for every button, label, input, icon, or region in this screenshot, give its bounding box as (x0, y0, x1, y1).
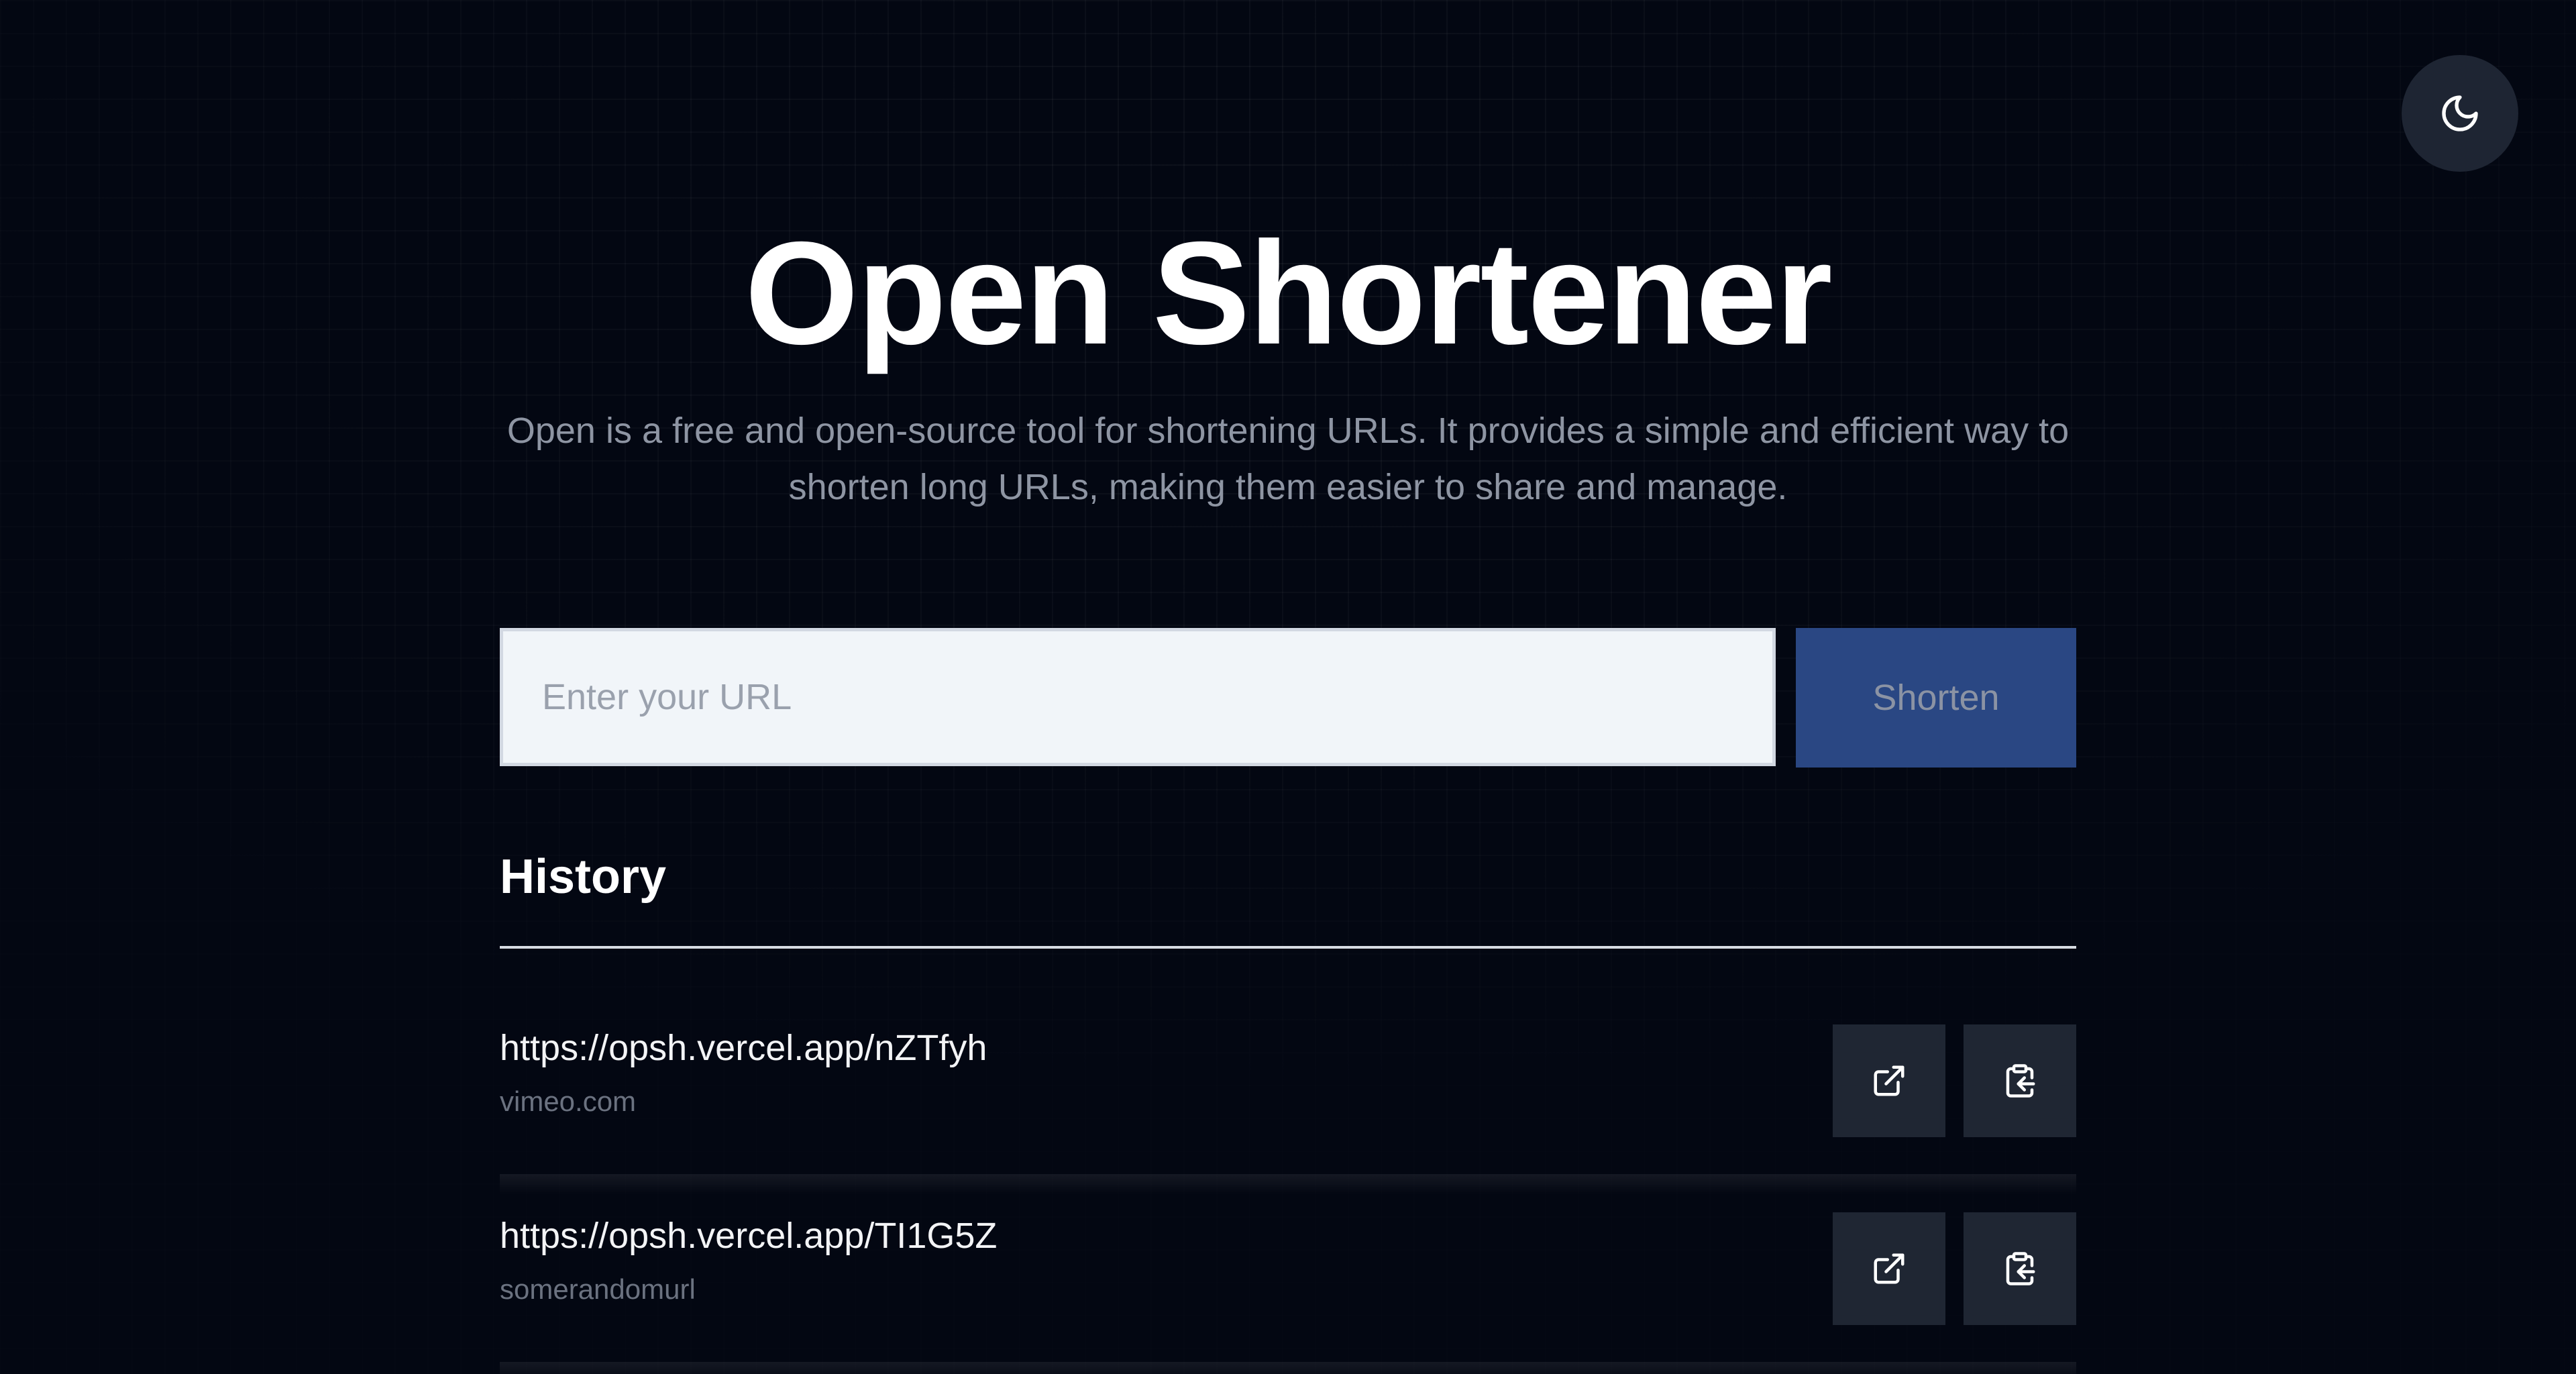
open-link-button[interactable] (1833, 1212, 1945, 1325)
clipboard-copy-icon (2006, 1064, 2035, 1098)
clipboard-copy-icon (2006, 1252, 2035, 1285)
moon-icon (2442, 95, 2478, 131)
theme-toggle-button[interactable] (2402, 55, 2518, 172)
history-item: https://opsh.vercel.app/nZTfyh vimeo.com (500, 1024, 2076, 1137)
external-link-icon (1874, 1253, 1904, 1284)
row-separator (500, 1174, 2076, 1194)
history-short-url[interactable]: https://opsh.vercel.app/nZTfyh (500, 1024, 987, 1071)
open-link-button[interactable] (1833, 1024, 1945, 1137)
history-item: https://opsh.vercel.app/TI1G5Z somerando… (500, 1212, 2076, 1325)
history-short-url[interactable]: https://opsh.vercel.app/TI1G5Z (500, 1212, 997, 1259)
url-input[interactable] (500, 628, 1776, 766)
history-domain: somerandomurl (500, 1273, 696, 1305)
history-domain: vimeo.com (500, 1086, 637, 1117)
history-divider (500, 946, 2076, 949)
history-title: History (500, 850, 667, 904)
external-link-icon (1874, 1065, 1904, 1096)
page-title: Open Shortener (745, 212, 1832, 375)
page-subtitle: Open is a free and open-source tool for … (506, 411, 2070, 507)
copy-link-button[interactable] (1964, 1212, 2076, 1325)
shorten-button[interactable]: Shorten (1796, 628, 2076, 768)
copy-link-button[interactable] (1964, 1024, 2076, 1137)
row-separator (500, 1362, 2076, 1374)
